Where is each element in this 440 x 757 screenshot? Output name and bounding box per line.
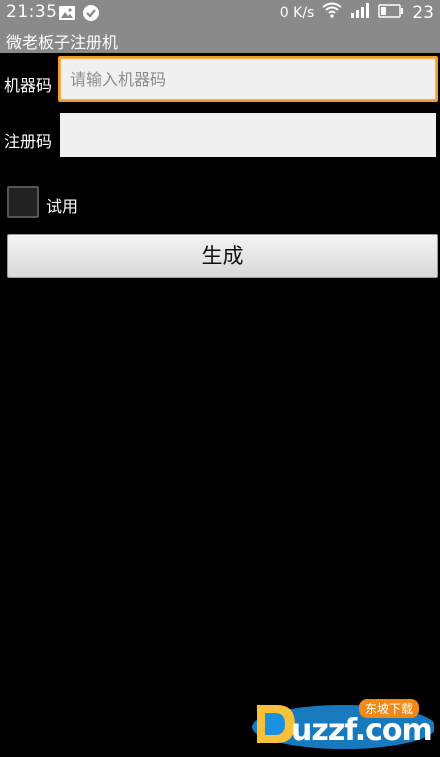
reg-code-input[interactable] xyxy=(60,113,436,157)
app-title-bar: 微老板子注册机 xyxy=(0,26,440,53)
reg-code-label: 注册码 xyxy=(4,132,53,151)
check-circle-icon xyxy=(82,4,100,27)
machine-code-label: 机器码 xyxy=(4,76,53,95)
network-speed: 0 K/s xyxy=(279,4,315,21)
watermark-logo: uzzf.com 东坡下载 xyxy=(249,697,434,751)
status-time: 21:35 xyxy=(6,2,58,22)
trial-checkbox[interactable] xyxy=(7,186,39,218)
status-notification-icons xyxy=(58,4,100,27)
image-icon xyxy=(58,5,76,26)
status-bar: 21:35 0 K/s 23 xyxy=(0,0,440,26)
app-title: 微老板子注册机 xyxy=(6,33,119,52)
generate-button[interactable]: 生成 xyxy=(7,234,438,278)
battery-icon xyxy=(378,3,404,23)
wifi-icon xyxy=(322,2,342,23)
trial-label: 试用 xyxy=(46,197,79,216)
machine-code-input[interactable] xyxy=(58,56,438,102)
watermark-text: uzzf.com xyxy=(291,713,433,748)
signal-icon xyxy=(350,2,370,23)
status-right-group: 0 K/s 23 xyxy=(280,2,434,23)
watermark-badge: 东坡下载 xyxy=(359,699,420,718)
battery-level: 23 xyxy=(412,2,434,23)
